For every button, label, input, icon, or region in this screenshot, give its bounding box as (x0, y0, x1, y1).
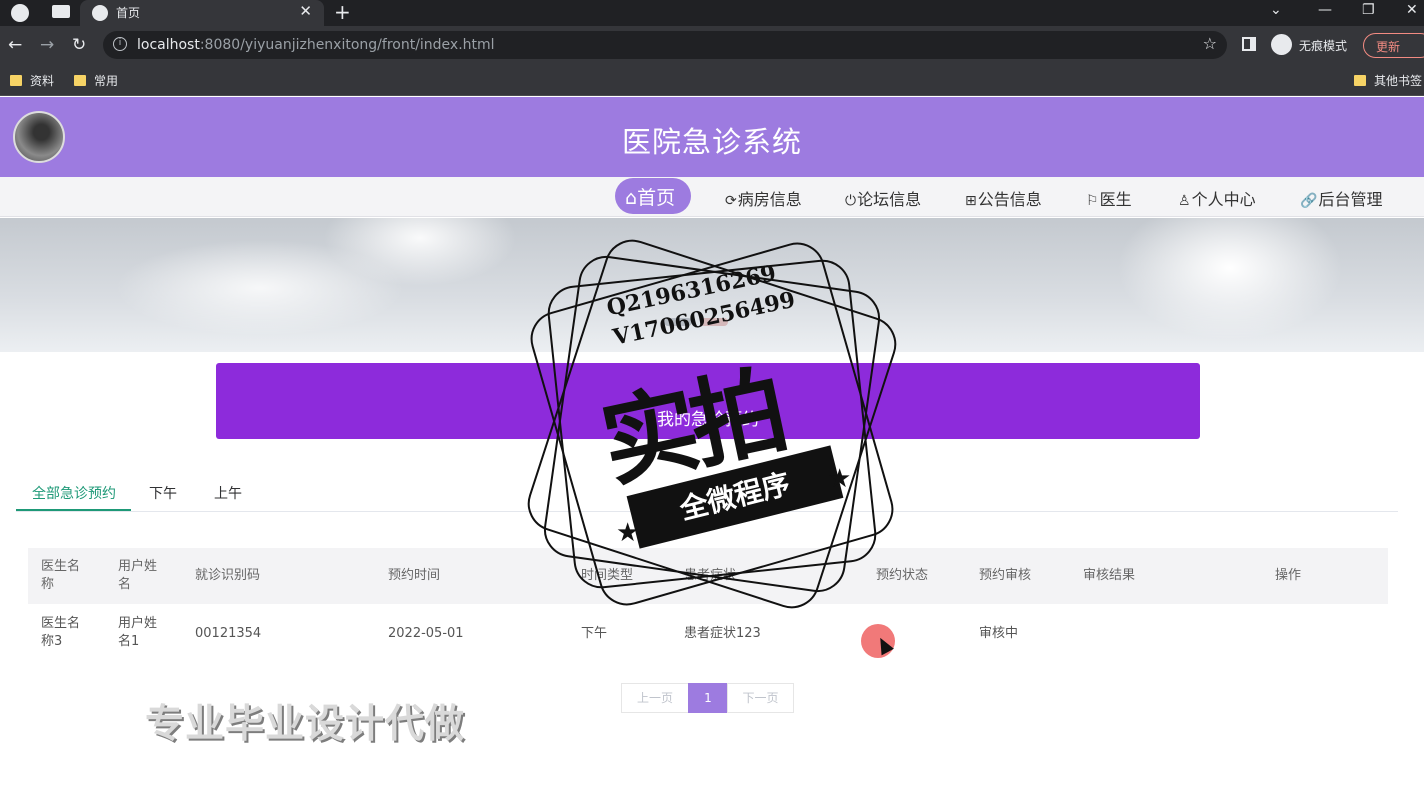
cell-review: 审核中 (979, 626, 1019, 641)
incognito-label: 无痕模式 (1299, 39, 1348, 53)
side-panel-icon[interactable] (1242, 37, 1256, 51)
cell-user: 用户姓名1 (118, 616, 158, 649)
tab-afternoon[interactable]: 下午 (149, 483, 177, 503)
bookmark-star-icon[interactable]: ☆ (1203, 34, 1217, 53)
star-icon: ★ (616, 518, 640, 548)
minimize-icon[interactable]: — (1318, 2, 1332, 18)
reload-icon[interactable]: ↻ (72, 35, 86, 55)
url-text: localhost:8080/yiyuanjizhenxitong/front/… (137, 37, 495, 53)
incognito-icon (1271, 34, 1292, 55)
back-icon[interactable]: ← (8, 35, 22, 55)
nav-item-doctors[interactable]: ⚐医生 (1086, 186, 1132, 210)
close-window-icon[interactable]: ✕ (1406, 2, 1418, 18)
column-header: 医生名称 (41, 559, 81, 592)
power-icon: ⏻ (845, 193, 857, 209)
address-bar[interactable]: i localhost:8080/yiyuanjizhenxitong/fron… (103, 31, 1227, 59)
user-icon: ♙ (1178, 193, 1191, 209)
link-icon: 🔗 (1300, 193, 1318, 209)
column-header: 患者症状 (684, 568, 737, 583)
grid-icon: ⊞ (965, 193, 977, 209)
other-bookmarks[interactable]: 其他书签 (1354, 72, 1422, 89)
forward-icon[interactable]: → (40, 35, 54, 55)
globe-icon (92, 5, 108, 21)
table-row[interactable]: 医生名称3 用户姓名1 00121354 2022-05-01 下午 患者症状1… (28, 604, 1388, 664)
chevron-down-icon[interactable]: ⌄ (1270, 2, 1282, 18)
bookmark-folder[interactable]: 常用 (74, 72, 118, 89)
new-tab-icon[interactable]: + (334, 0, 351, 24)
site-header: 医院急诊系统 (0, 97, 1424, 177)
site-title: 医院急诊系统 (621, 125, 802, 159)
column-header: 时间类型 (581, 568, 634, 583)
cell-symptoms: 患者症状123 (684, 626, 761, 641)
column-header: 预约审核 (979, 568, 1032, 583)
flag-icon: ⚐ (1086, 193, 1099, 209)
main-nav: ⌂首页 ⟳病房信息 ⏻论坛信息 ⊞公告信息 ⚐医生 ♙个人中心 🔗后台管理 (0, 177, 1424, 217)
browser-toolbar: ← → ↻ i localhost:8080/yiyuanjizhenxiton… (0, 26, 1424, 64)
section-title-bar: 我的急诊预约 (216, 363, 1200, 439)
next-page-button[interactable]: 下一页 (727, 683, 794, 713)
folder-icon (1354, 75, 1366, 86)
column-header: 用户姓名 (118, 559, 158, 592)
home-icon: ⌂ (625, 187, 638, 209)
info-icon[interactable]: i (113, 37, 127, 51)
column-header: 操作 (1275, 568, 1302, 583)
nav-item-notices[interactable]: ⊞公告信息 (965, 186, 1042, 210)
column-header: 审核结果 (1083, 568, 1136, 583)
bookmarks-bar: 资料 常用 其他书签 (0, 64, 1424, 96)
refresh-icon: ⟳ (725, 193, 737, 209)
cell-doctor: 医生名称3 (41, 616, 81, 649)
tab-title: 首页 (116, 6, 141, 20)
update-button[interactable]: 更新 (1363, 33, 1424, 58)
restore-icon[interactable]: ❐ (1362, 2, 1375, 18)
cell-time: 2022-05-01 (388, 626, 464, 641)
table-header: 医生名称 用户姓名 就诊识别码 预约时间 时间类型 患者症状 预约状态 预约审核… (28, 548, 1388, 604)
column-header: 预约状态 (876, 568, 929, 583)
globe-icon[interactable] (11, 4, 29, 22)
watermark-text: 专业毕业设计代做 (145, 702, 466, 747)
prev-page-button[interactable]: 上一页 (621, 683, 689, 713)
browser-tabstrip: 首页 ✕ + ⌄ — ❐ ✕ (0, 0, 1424, 26)
filter-tabs: 全部急诊预约 下午 上午 (16, 470, 1398, 512)
tab-active-indicator (16, 509, 131, 511)
folder-icon (10, 75, 22, 86)
section-title: 我的急诊预约 (657, 410, 759, 430)
nav-item-profile[interactable]: ♙个人中心 (1178, 186, 1256, 210)
appointments-table: 医生名称 用户姓名 就诊识别码 预约时间 时间类型 患者症状 预约状态 预约审核… (28, 548, 1388, 664)
nav-item-admin[interactable]: 🔗后台管理 (1300, 186, 1382, 210)
nav-item-wards[interactable]: ⟳病房信息 (725, 186, 802, 210)
carousel-dot[interactable] (664, 318, 692, 326)
tab-all[interactable]: 全部急诊预约 (32, 483, 116, 503)
nav-item-forum[interactable]: ⏻论坛信息 (845, 186, 921, 210)
cell-code: 00121354 (195, 626, 262, 641)
tab-morning[interactable]: 上午 (214, 483, 242, 503)
close-icon[interactable]: ✕ (299, 2, 312, 20)
column-header: 就诊识别码 (195, 568, 261, 583)
column-header: 预约时间 (388, 568, 441, 583)
page-number[interactable]: 1 (688, 683, 728, 713)
banner-image (0, 218, 1424, 352)
bookmark-folder[interactable]: 资料 (10, 72, 54, 89)
browser-tab[interactable]: 首页 ✕ (80, 0, 324, 26)
carousel-dot[interactable] (700, 318, 728, 326)
nav-item-home[interactable]: ⌂首页 (615, 178, 691, 214)
cell-time-type: 下午 (581, 626, 608, 641)
tab-search-icon[interactable] (52, 5, 70, 18)
folder-icon (74, 75, 86, 86)
